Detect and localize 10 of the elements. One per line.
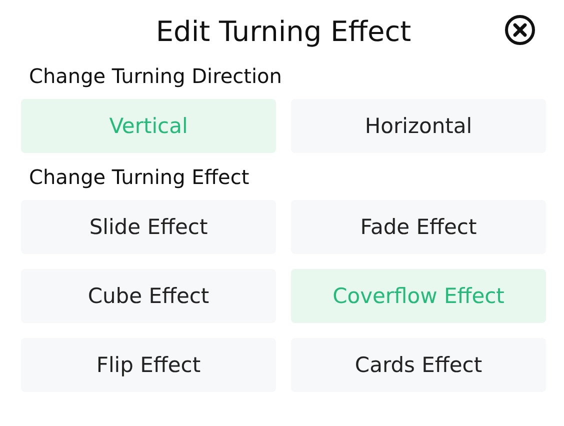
section-heading: Change Turning Effect	[29, 165, 250, 189]
option-button[interactable]: Flip Effect	[21, 338, 276, 392]
section-heading: Change Turning Direction	[29, 64, 283, 88]
option-button[interactable]: Slide Effect	[21, 200, 276, 254]
close-icon[interactable]	[504, 14, 536, 46]
option-button[interactable]: Fade Effect	[291, 200, 546, 254]
dialog-title: Edit Turning Effect	[156, 14, 412, 48]
option-button[interactable]: Cube Effect	[21, 269, 276, 323]
option-button[interactable]: Cards Effect	[291, 338, 546, 392]
option-button[interactable]: Horizontal	[291, 99, 546, 153]
